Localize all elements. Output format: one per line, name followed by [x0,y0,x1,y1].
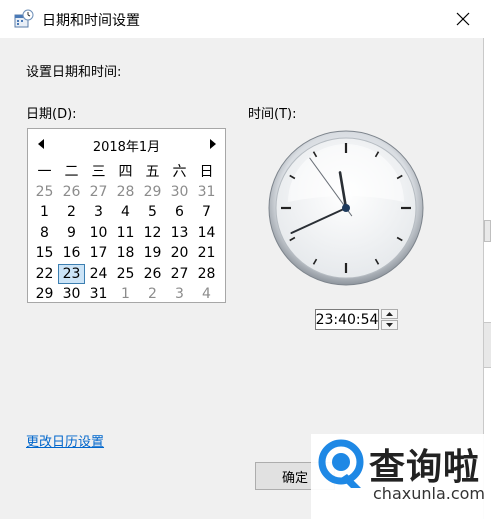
calendar-day[interactable]: 8 [31,223,58,244]
calendar-day[interactable]: 31 [85,284,112,305]
weekday-header: 三 [91,164,106,181]
time-label: 时间(T): [248,107,297,122]
title-bar: 日期和时间设置 [0,0,484,38]
calendar-day[interactable]: 1 [112,284,139,305]
calendar-day[interactable]: 27 [85,182,112,203]
chevron-left-icon [37,139,44,149]
calendar-day[interactable]: 14 [193,223,220,244]
watermark-subtitle: chaxunla.com [373,484,485,503]
chevron-up-icon [386,312,393,316]
weekday-header: 日 [199,164,214,181]
calendar: 2018年1月 一二三四五六日 25 26 27 28 29 30 31 1 2 3 4 5 6 7 8 9 10… [27,128,226,303]
calendar-day[interactable]: 18 [112,243,139,264]
calendar-day[interactable]: 11 [112,223,139,244]
calendar-day[interactable]: 5 [139,202,166,223]
time-spinner [381,309,398,330]
calendar-day[interactable]: 12 [139,223,166,244]
calendar-day[interactable]: 2 [58,202,85,223]
weekday-header: 一 [37,164,52,181]
calendar-month-title[interactable]: 2018年1月 [28,136,225,155]
calendar-day[interactable]: 20 [166,243,193,264]
analog-clock [268,130,424,286]
calendar-header: 2018年1月 [28,135,225,155]
calendar-day[interactable]: 29 [139,182,166,203]
calendar-day[interactable]: 1 [31,202,58,223]
calendar-day[interactable]: 4 [193,284,220,305]
calendar-day[interactable]: 31 [193,182,220,203]
weekday-header: 六 [172,164,187,181]
calendar-day[interactable]: 26 [58,182,85,203]
watermark: 查询啦 chaxunla.com [311,434,491,519]
weekday-header: 二 [64,164,79,181]
clock-center [342,204,350,212]
time-up-button[interactable] [381,309,398,319]
calendar-day[interactable]: 21 [193,243,220,264]
close-button[interactable] [443,0,483,37]
close-icon [456,12,470,25]
calendar-day[interactable]: 19 [139,243,166,264]
change-calendar-settings-link[interactable]: 更改日历设置 [26,431,104,450]
calendar-day[interactable]: 7 [193,202,220,223]
calendar-day[interactable]: 9 [58,223,85,244]
calendar-day[interactable]: 28 [112,182,139,203]
calendar-day[interactable]: 15 [31,243,58,264]
calendar-day[interactable]: 25 [112,264,139,285]
calendar-day[interactable]: 3 [166,284,193,305]
time-input[interactable]: 23:40:54 [315,309,379,330]
calendar-day[interactable]: 30 [58,284,85,305]
calendar-day[interactable]: 17 [85,243,112,264]
calendar-day[interactable]: 13 [166,223,193,244]
calendar-day[interactable]: 29 [31,284,58,305]
weekday-header: 四 [118,164,133,181]
calendar-day[interactable]: 23 [58,263,85,284]
date-time-settings-icon [14,9,34,28]
calendar-day[interactable]: 25 [31,182,58,203]
window-title: 日期和时间设置 [42,13,140,29]
watermark-logo-icon [318,439,364,488]
calendar-day[interactable]: 24 [85,264,112,285]
calendar-day[interactable]: 27 [166,264,193,285]
calendar-day[interactable]: 10 [85,223,112,244]
background-window-edge [484,322,491,368]
next-month-button[interactable] [206,136,220,152]
calendar-day[interactable]: 28 [193,264,220,285]
calendar-grid: 一二三四五六日 25 26 27 28 29 30 31 1 2 3 4 5 6 7 8 9 10 11 12 13 14… [31,161,220,305]
background-window-edge [484,220,491,242]
calendar-day[interactable]: 3 [85,202,112,223]
chevron-down-icon [386,323,393,327]
chevron-right-icon [209,139,216,149]
previous-month-button[interactable] [34,136,48,152]
calendar-day[interactable]: 4 [112,202,139,223]
calendar-day[interactable]: 30 [166,182,193,203]
watermark-title: 查询啦 [369,447,481,488]
calendar-day[interactable]: 2 [139,284,166,305]
calendar-day[interactable]: 26 [139,264,166,285]
time-down-button[interactable] [381,320,398,330]
calendar-day[interactable]: 22 [31,264,58,285]
page-heading: 设置日期和时间: [26,65,122,80]
calendar-day[interactable]: 16 [58,243,85,264]
calendar-day[interactable]: 6 [166,202,193,223]
date-label: 日期(D): [26,107,77,122]
weekday-header: 五 [145,164,160,181]
